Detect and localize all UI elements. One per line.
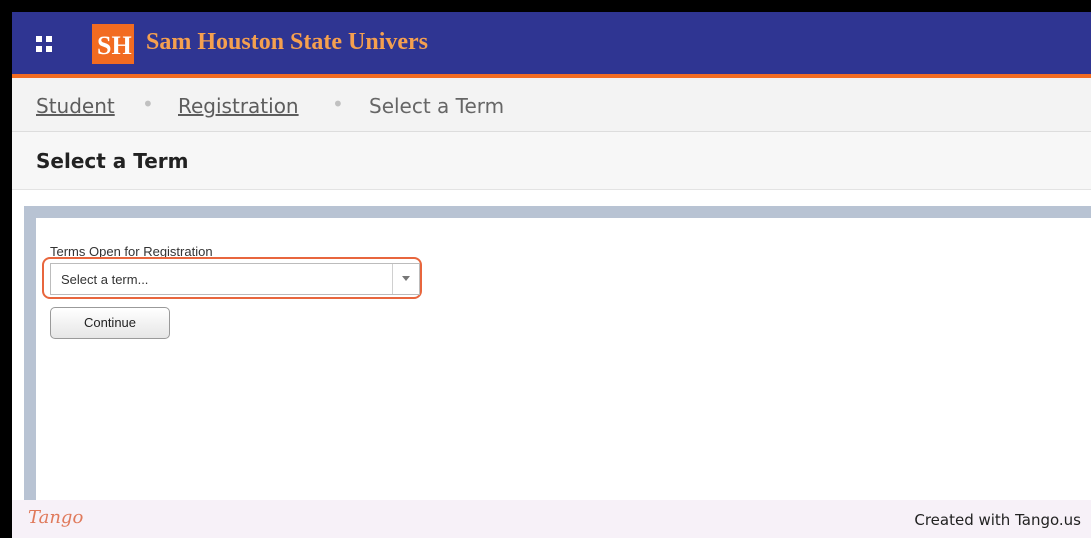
university-logo[interactable]: SH — [92, 24, 134, 64]
page-title: Select a Term — [36, 149, 189, 173]
dropdown-toggle[interactable] — [392, 264, 419, 294]
breadcrumb-separator: • — [142, 92, 154, 116]
term-select[interactable]: Select a term... — [50, 263, 420, 295]
tango-footer: Tango Created with Tango.us — [12, 500, 1091, 538]
app-window: SH Sam Houston State Univers Student • R… — [12, 12, 1091, 538]
breadcrumb-student[interactable]: Student — [36, 94, 115, 118]
term-select-value: Select a term... — [61, 272, 149, 287]
apps-grid-icon[interactable] — [36, 36, 54, 54]
page-title-bar: Select a Term — [12, 132, 1091, 190]
top-navigation-bar: SH Sam Houston State Univers — [12, 12, 1091, 78]
chevron-down-icon — [402, 276, 410, 281]
continue-button[interactable]: Continue — [50, 307, 170, 339]
breadcrumb-current: Select a Term — [369, 94, 505, 118]
svg-text:SH: SH — [97, 31, 132, 60]
tango-credit[interactable]: Created with Tango.us — [914, 511, 1081, 529]
tango-logo[interactable]: Tango — [28, 507, 83, 528]
breadcrumb-registration[interactable]: Registration — [178, 94, 299, 118]
breadcrumb-separator: • — [332, 92, 344, 116]
breadcrumb: Student • Registration • Select a Term — [12, 78, 1091, 132]
university-name[interactable]: Sam Houston State Univers — [146, 29, 428, 56]
